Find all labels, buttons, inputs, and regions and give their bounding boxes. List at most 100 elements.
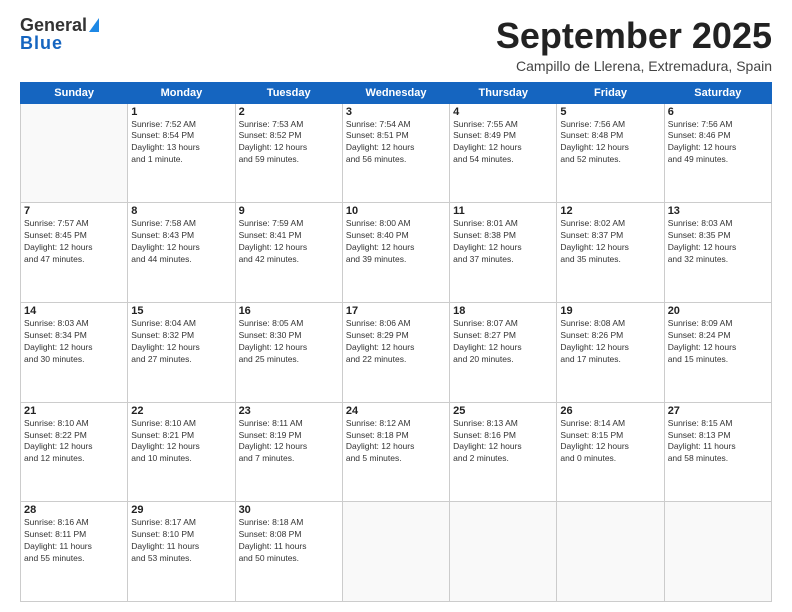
day-number: 2 [239,106,339,118]
weekday-header-tuesday: Tuesday [235,82,342,103]
day-number: 3 [346,106,446,118]
day-info: Sunrise: 8:06 AMSunset: 8:29 PMDaylight:… [346,318,446,366]
location-subtitle: Campillo de Llerena, Extremadura, Spain [496,58,772,74]
day-number: 1 [131,106,231,118]
day-number: 12 [560,205,660,217]
calendar-cell: 10Sunrise: 8:00 AMSunset: 8:40 PMDayligh… [342,203,449,303]
calendar-cell: 16Sunrise: 8:05 AMSunset: 8:30 PMDayligh… [235,302,342,402]
calendar-cell: 8Sunrise: 7:58 AMSunset: 8:43 PMDaylight… [128,203,235,303]
weekday-header-monday: Monday [128,82,235,103]
calendar-cell: 22Sunrise: 8:10 AMSunset: 8:21 PMDayligh… [128,402,235,502]
day-info: Sunrise: 8:11 AMSunset: 8:19 PMDaylight:… [239,418,339,466]
day-info: Sunrise: 8:17 AMSunset: 8:10 PMDaylight:… [131,517,231,565]
calendar-cell: 2Sunrise: 7:53 AMSunset: 8:52 PMDaylight… [235,103,342,203]
calendar-cell: 17Sunrise: 8:06 AMSunset: 8:29 PMDayligh… [342,302,449,402]
day-number: 22 [131,405,231,417]
day-info: Sunrise: 8:00 AMSunset: 8:40 PMDaylight:… [346,218,446,266]
calendar-cell: 12Sunrise: 8:02 AMSunset: 8:37 PMDayligh… [557,203,664,303]
day-number: 13 [668,205,768,217]
day-info: Sunrise: 7:52 AMSunset: 8:54 PMDaylight:… [131,119,231,167]
calendar-table: SundayMondayTuesdayWednesdayThursdayFrid… [20,82,772,602]
month-title: September 2025 [496,16,772,56]
day-info: Sunrise: 7:56 AMSunset: 8:46 PMDaylight:… [668,119,768,167]
title-block: September 2025 Campillo de Llerena, Extr… [496,16,772,74]
logo-arrow-icon [89,18,99,32]
day-info: Sunrise: 8:14 AMSunset: 8:15 PMDaylight:… [560,418,660,466]
day-info: Sunrise: 8:02 AMSunset: 8:37 PMDaylight:… [560,218,660,266]
day-number: 21 [24,405,124,417]
weekday-header-friday: Friday [557,82,664,103]
weekday-header-saturday: Saturday [664,82,771,103]
day-number: 14 [24,305,124,317]
day-number: 30 [239,504,339,516]
day-info: Sunrise: 7:59 AMSunset: 8:41 PMDaylight:… [239,218,339,266]
day-number: 15 [131,305,231,317]
day-number: 19 [560,305,660,317]
day-number: 26 [560,405,660,417]
calendar-cell: 18Sunrise: 8:07 AMSunset: 8:27 PMDayligh… [450,302,557,402]
day-info: Sunrise: 8:04 AMSunset: 8:32 PMDaylight:… [131,318,231,366]
day-info: Sunrise: 8:13 AMSunset: 8:16 PMDaylight:… [453,418,553,466]
calendar-cell: 27Sunrise: 8:15 AMSunset: 8:13 PMDayligh… [664,402,771,502]
week-row-1: 7Sunrise: 7:57 AMSunset: 8:45 PMDaylight… [21,203,772,303]
calendar-cell: 19Sunrise: 8:08 AMSunset: 8:26 PMDayligh… [557,302,664,402]
calendar-cell: 23Sunrise: 8:11 AMSunset: 8:19 PMDayligh… [235,402,342,502]
day-number: 5 [560,106,660,118]
day-info: Sunrise: 8:03 AMSunset: 8:34 PMDaylight:… [24,318,124,366]
day-info: Sunrise: 8:05 AMSunset: 8:30 PMDaylight:… [239,318,339,366]
page: General Blue September 2025 Campillo de … [0,0,792,612]
day-number: 24 [346,405,446,417]
logo-line1: General [20,16,99,34]
week-row-2: 14Sunrise: 8:03 AMSunset: 8:34 PMDayligh… [21,302,772,402]
day-info: Sunrise: 8:16 AMSunset: 8:11 PMDaylight:… [24,517,124,565]
day-info: Sunrise: 8:08 AMSunset: 8:26 PMDaylight:… [560,318,660,366]
day-info: Sunrise: 8:18 AMSunset: 8:08 PMDaylight:… [239,517,339,565]
calendar-cell: 4Sunrise: 7:55 AMSunset: 8:49 PMDaylight… [450,103,557,203]
day-number: 8 [131,205,231,217]
day-info: Sunrise: 7:54 AMSunset: 8:51 PMDaylight:… [346,119,446,167]
day-info: Sunrise: 8:10 AMSunset: 8:22 PMDaylight:… [24,418,124,466]
logo-blue: Blue [20,34,63,52]
day-info: Sunrise: 8:15 AMSunset: 8:13 PMDaylight:… [668,418,768,466]
day-info: Sunrise: 7:57 AMSunset: 8:45 PMDaylight:… [24,218,124,266]
day-info: Sunrise: 7:55 AMSunset: 8:49 PMDaylight:… [453,119,553,167]
calendar-cell: 5Sunrise: 7:56 AMSunset: 8:48 PMDaylight… [557,103,664,203]
day-info: Sunrise: 8:12 AMSunset: 8:18 PMDaylight:… [346,418,446,466]
logo: General Blue [20,16,99,52]
calendar-cell: 13Sunrise: 8:03 AMSunset: 8:35 PMDayligh… [664,203,771,303]
day-number: 25 [453,405,553,417]
calendar-cell [450,502,557,602]
header: General Blue September 2025 Campillo de … [20,16,772,74]
day-info: Sunrise: 7:53 AMSunset: 8:52 PMDaylight:… [239,119,339,167]
weekday-header-wednesday: Wednesday [342,82,449,103]
day-info: Sunrise: 8:07 AMSunset: 8:27 PMDaylight:… [453,318,553,366]
weekday-header-thursday: Thursday [450,82,557,103]
calendar-cell: 21Sunrise: 8:10 AMSunset: 8:22 PMDayligh… [21,402,128,502]
day-info: Sunrise: 8:10 AMSunset: 8:21 PMDaylight:… [131,418,231,466]
logo-general: General [20,16,87,34]
calendar-cell: 28Sunrise: 8:16 AMSunset: 8:11 PMDayligh… [21,502,128,602]
day-info: Sunrise: 7:56 AMSunset: 8:48 PMDaylight:… [560,119,660,167]
day-number: 16 [239,305,339,317]
calendar-cell: 20Sunrise: 8:09 AMSunset: 8:24 PMDayligh… [664,302,771,402]
day-number: 10 [346,205,446,217]
calendar-cell: 1Sunrise: 7:52 AMSunset: 8:54 PMDaylight… [128,103,235,203]
weekday-header-row: SundayMondayTuesdayWednesdayThursdayFrid… [21,82,772,103]
calendar-cell: 9Sunrise: 7:59 AMSunset: 8:41 PMDaylight… [235,203,342,303]
day-number: 4 [453,106,553,118]
calendar-cell: 3Sunrise: 7:54 AMSunset: 8:51 PMDaylight… [342,103,449,203]
calendar-cell: 24Sunrise: 8:12 AMSunset: 8:18 PMDayligh… [342,402,449,502]
calendar-cell: 30Sunrise: 8:18 AMSunset: 8:08 PMDayligh… [235,502,342,602]
day-number: 29 [131,504,231,516]
calendar-cell: 25Sunrise: 8:13 AMSunset: 8:16 PMDayligh… [450,402,557,502]
week-row-3: 21Sunrise: 8:10 AMSunset: 8:22 PMDayligh… [21,402,772,502]
calendar-cell [21,103,128,203]
day-info: Sunrise: 7:58 AMSunset: 8:43 PMDaylight:… [131,218,231,266]
day-number: 20 [668,305,768,317]
calendar-cell: 14Sunrise: 8:03 AMSunset: 8:34 PMDayligh… [21,302,128,402]
weekday-header-sunday: Sunday [21,82,128,103]
calendar-cell: 7Sunrise: 7:57 AMSunset: 8:45 PMDaylight… [21,203,128,303]
day-number: 18 [453,305,553,317]
day-number: 7 [24,205,124,217]
day-number: 23 [239,405,339,417]
